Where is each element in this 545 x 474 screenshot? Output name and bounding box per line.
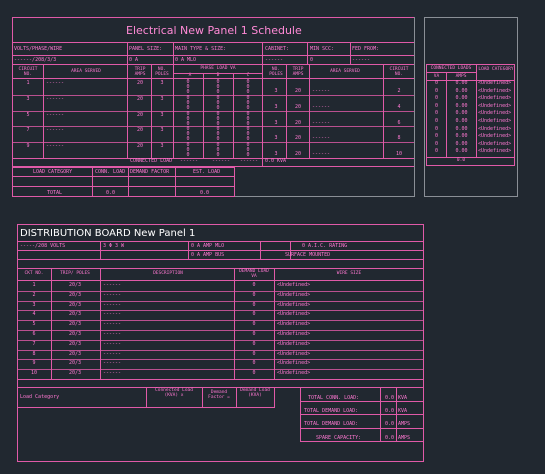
wire-size: <Undefined> xyxy=(277,291,311,298)
distribution-board: DISTRIBUTION BOARD New Panel 1 -----/208… xyxy=(0,0,545,474)
trip-poles: 20/3 xyxy=(68,321,82,328)
demand-load: Demand Load (KVA) xyxy=(240,388,270,398)
description: ------ xyxy=(103,331,122,337)
trip-poles: 20/3 xyxy=(68,350,82,357)
demand-load-value: 0 xyxy=(252,331,256,337)
hdr-wire-size: WIRE SIZE xyxy=(336,271,362,276)
board-phase: 3 Φ 3 W xyxy=(103,243,125,249)
trip-poles: 20/3 xyxy=(68,340,82,347)
total-conn-load-value: 0.0 xyxy=(385,395,395,401)
ckt-no: 8 xyxy=(32,350,36,357)
description: ------ xyxy=(103,340,122,347)
description: ------ xyxy=(103,291,122,298)
description: ------ xyxy=(103,311,122,318)
ckt-no: 1 xyxy=(32,282,36,288)
wire-size: <Undefined> xyxy=(277,340,311,347)
total-demand-amps-label: TOTAL DEMAND LOAD: xyxy=(304,421,359,427)
board-title: DISTRIBUTION BOARD New Panel 1 xyxy=(20,228,196,239)
total-demand-amps-value: 0.0 xyxy=(385,421,395,427)
demand-load-value: 0 xyxy=(252,340,256,347)
board-volts: -----/208 VOLTS xyxy=(20,243,66,249)
hdr-ckt-no: CKT NO. xyxy=(24,271,44,276)
demand-load-value: 0 xyxy=(252,311,256,318)
ckt-no: 2 xyxy=(32,291,36,298)
ckt-no: 6 xyxy=(32,331,36,337)
connected-load: Connected Load (KVA) x xyxy=(155,388,193,398)
ckt-no: 7 xyxy=(32,340,36,347)
trip-poles: 20/3 xyxy=(68,291,82,298)
description: ------ xyxy=(103,370,122,377)
wire-size: <Undefined> xyxy=(277,370,311,377)
description: ------ xyxy=(103,350,122,357)
demand-load-value: 0 xyxy=(252,282,256,288)
board-aic: 0 A.I.C. RATING xyxy=(302,243,348,249)
wire-size: <Undefined> xyxy=(277,282,311,288)
spare-capacity-unit: AMPS xyxy=(398,435,411,441)
demand-load-value: 0 xyxy=(252,350,256,357)
description: ------ xyxy=(103,360,122,367)
wire-size: <Undefined> xyxy=(277,331,311,337)
ckt-no: 4 xyxy=(32,311,36,318)
total-demand-load-unit: KVA xyxy=(398,408,408,414)
description: ------ xyxy=(103,321,122,328)
trip-poles: 20/3 xyxy=(68,331,82,337)
board-surface: SURFACE MOUNTED xyxy=(285,252,331,258)
trip-poles: 20/3 xyxy=(68,301,82,308)
ckt-no: 3 xyxy=(32,301,36,308)
ckt-no: 10 xyxy=(30,370,38,377)
demand-load-value: 0 xyxy=(252,321,256,328)
demand-load-value: 0 xyxy=(252,301,256,308)
demand-load-value: 0 xyxy=(252,291,256,298)
wire-size: <Undefined> xyxy=(277,360,311,367)
spare-capacity-label: SPARE CAPACITY: xyxy=(316,435,362,441)
total-demand-load-value: 0.0 xyxy=(385,408,395,414)
trip-poles: 20/3 xyxy=(68,311,82,318)
spare-capacity-value: 0.0 xyxy=(385,435,395,441)
total-demand-load-label: TOTAL DEMAND LOAD: xyxy=(304,408,359,414)
wire-size: <Undefined> xyxy=(277,301,311,308)
trip-poles: 20/3 xyxy=(68,360,82,367)
demand-factor: Demand Factor = xyxy=(208,390,230,400)
wire-size: <Undefined> xyxy=(277,350,311,357)
description: ------ xyxy=(103,282,122,288)
demand-load-value: 0 xyxy=(252,360,256,367)
hdr-description: DESCRIPTION xyxy=(153,271,183,276)
ckt-no: 9 xyxy=(32,360,36,367)
hdr-demand-unit: VA xyxy=(251,274,257,279)
wire-size: <Undefined> xyxy=(277,311,311,318)
load-category: Load Category xyxy=(20,394,60,400)
board-amp-bus: 0 A AMP BUS xyxy=(191,252,225,258)
wire-size: <Undefined> xyxy=(277,321,311,328)
total-demand-amps-unit: AMPS xyxy=(398,421,411,427)
total-conn-load-unit: KVA xyxy=(398,395,408,401)
board-amp-mlo: 0 A AMP MLO xyxy=(191,243,225,249)
demand-load-value: 0 xyxy=(252,370,256,377)
description: ------ xyxy=(103,301,122,308)
total-conn-load-label: TOTAL CONN. LOAD: xyxy=(308,395,360,401)
ckt-no: 5 xyxy=(32,321,36,328)
hdr-trip-poles: TRIP/ POLES xyxy=(60,271,90,276)
trip-poles: 20/3 xyxy=(68,282,82,288)
trip-poles: 20/3 xyxy=(68,370,82,377)
